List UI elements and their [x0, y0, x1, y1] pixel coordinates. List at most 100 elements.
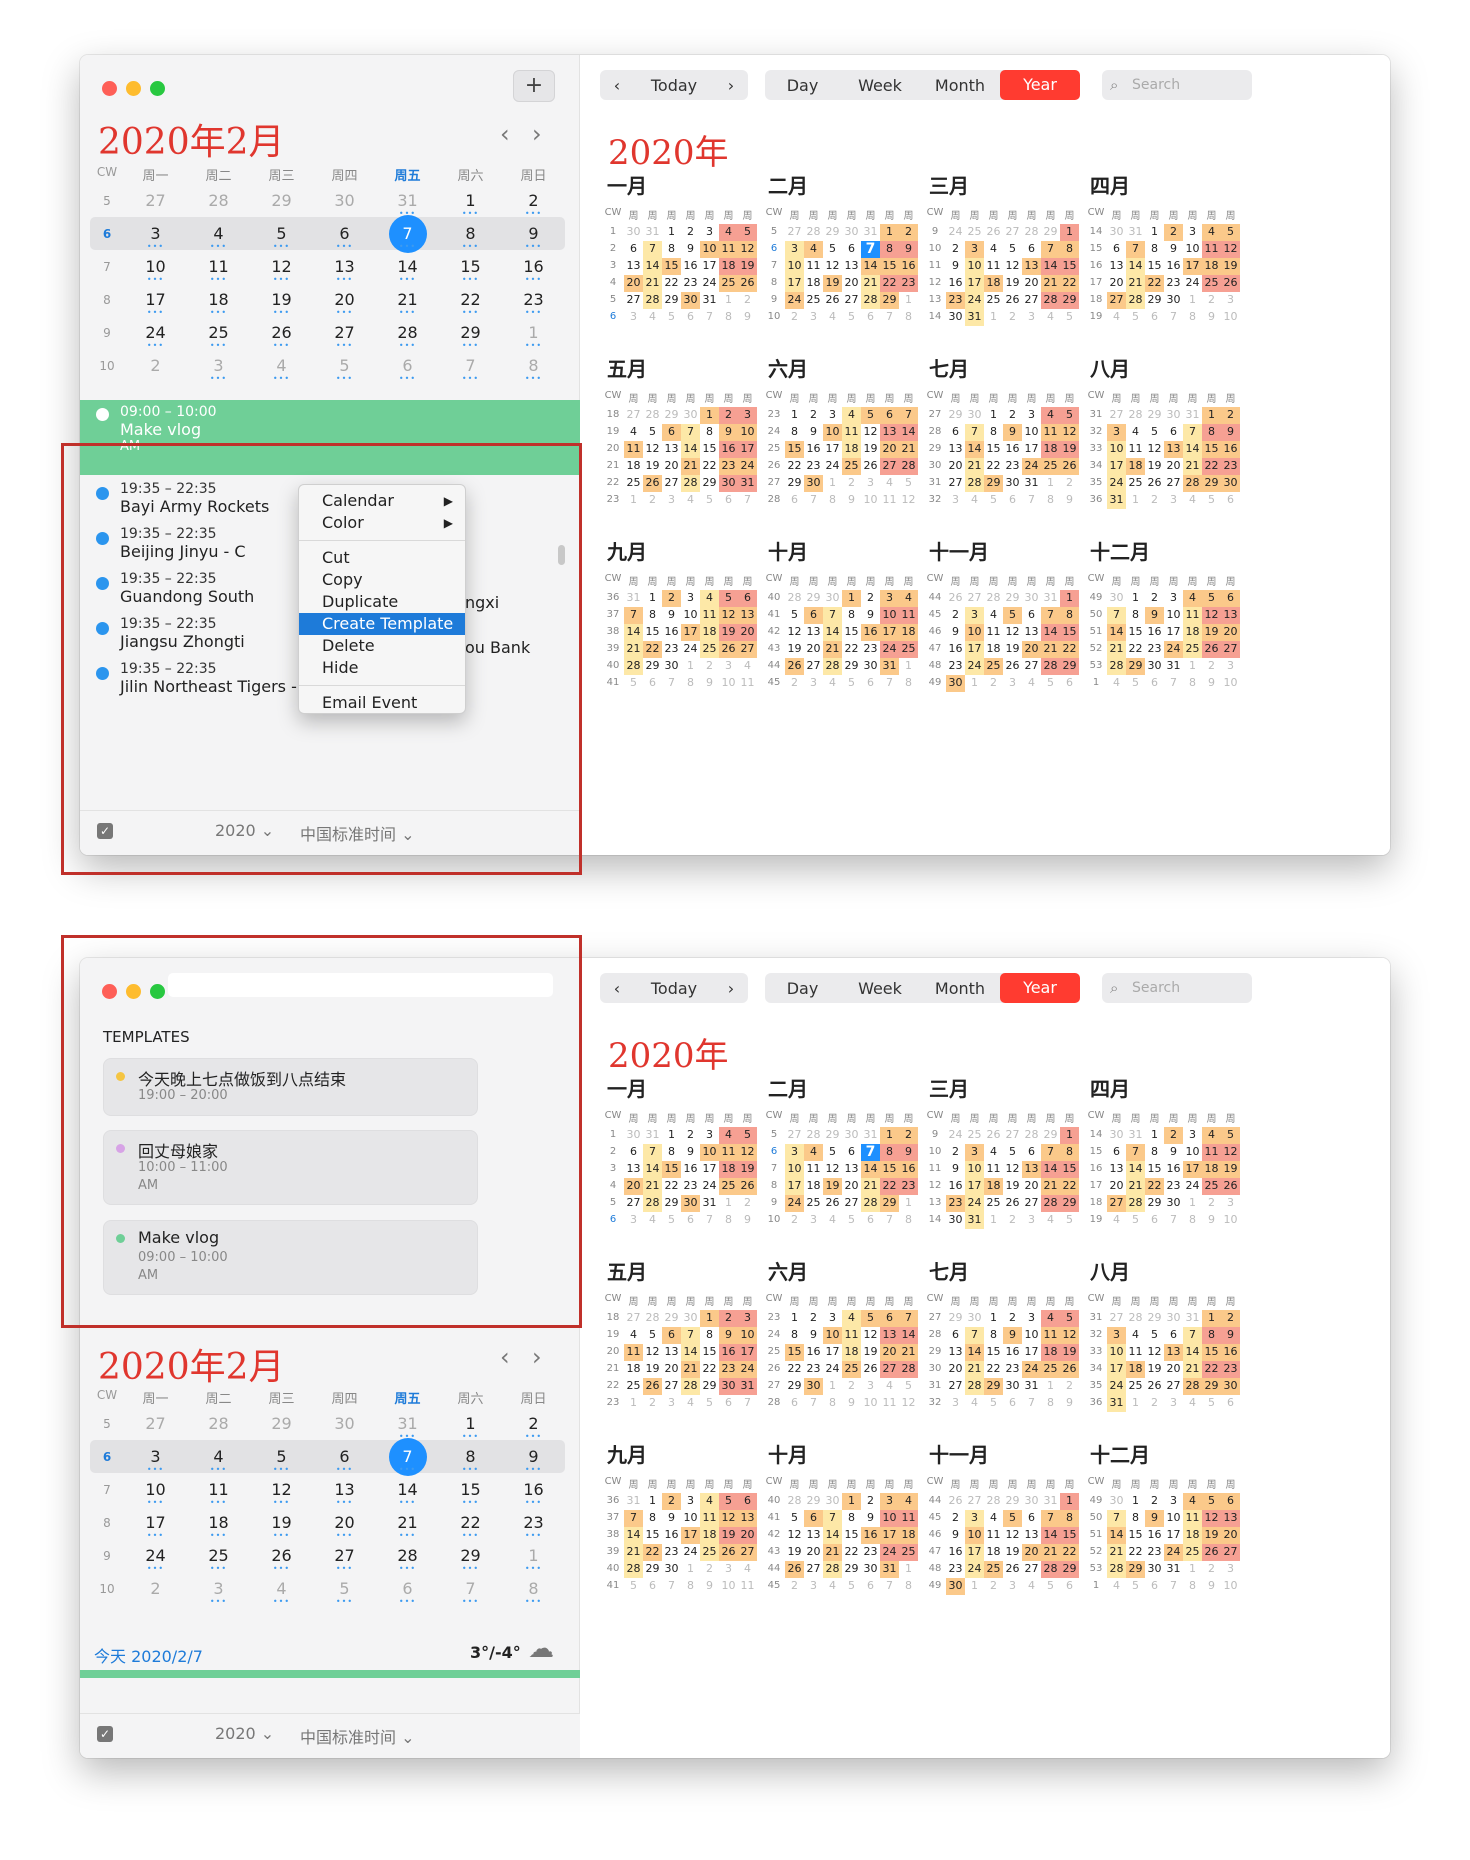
year-day-cell[interactable]: 26 [861, 458, 880, 475]
year-day-cell[interactable]: 22 [1060, 641, 1079, 658]
year-day-cell[interactable]: 1 [1202, 1310, 1221, 1327]
year-day-cell[interactable]: 28 [1126, 1195, 1145, 1212]
year-day-cell[interactable]: 6 [880, 407, 899, 424]
chevron-right-icon[interactable]: › [532, 1343, 542, 1371]
year-day-cell[interactable]: 7 [1126, 1144, 1145, 1161]
mini-day-cell[interactable]: 3 ••• [124, 1443, 187, 1474]
year-day-cell[interactable]: 12 [643, 1344, 662, 1361]
year-day-cell[interactable]: 4 [738, 1561, 757, 1578]
year-day-cell[interactable]: 18 [1202, 258, 1221, 275]
year-day-cell[interactable]: 1 [1202, 407, 1221, 424]
year-day-cell[interactable]: 20 [804, 641, 823, 658]
year-day-cell[interactable]: 2 [1003, 407, 1022, 424]
month-block[interactable]: 二月 CW 周周周周周周周 5 27 28 29 30 31 1 2 6 3 4 5 6 7 8 9 7 10 11 12 1… [763, 165, 918, 326]
mini-day-cell[interactable]: 21 ••• [376, 1509, 439, 1540]
year-day-cell[interactable]: 13 [662, 441, 681, 458]
tab-year[interactable]: Year [1000, 973, 1080, 1003]
year-day-cell[interactable]: 11 [719, 1144, 738, 1161]
year-day-cell[interactable]: 10 [965, 1161, 984, 1178]
year-day-cell[interactable]: 19 [1003, 275, 1022, 292]
year-day-cell[interactable]: 7 [899, 407, 918, 424]
checkbox-icon[interactable]: ✓ [97, 1726, 113, 1742]
mini-week-row[interactable]: 5 27 28 29 30 31 ••• 1 ••• 2 ••• [90, 1407, 565, 1441]
year-day-cell[interactable]: 20 [1164, 1361, 1183, 1378]
year-day-cell[interactable]: 23 [719, 1361, 738, 1378]
year-day-cell[interactable]: 16 [1164, 258, 1183, 275]
year-day-cell[interactable]: 8 [1183, 1578, 1202, 1595]
year-day-cell[interactable]: 23 [946, 1561, 965, 1578]
year-day-cell[interactable]: 26 [785, 658, 804, 675]
year-day-cell[interactable]: 4 [965, 492, 984, 509]
year-day-cell[interactable]: 29 [984, 1378, 1003, 1395]
year-day-cell[interactable]: 15 [984, 1344, 1003, 1361]
year-day-cell[interactable]: 6 [1164, 1327, 1183, 1344]
year-day-cell[interactable]: 6 [861, 1212, 880, 1229]
year-day-cell[interactable]: 18 [1202, 1161, 1221, 1178]
year-day-cell[interactable]: 28 [643, 407, 662, 424]
year-day-cell[interactable]: 12 [1003, 1527, 1022, 1544]
year-day-cell[interactable]: 3 [700, 1127, 719, 1144]
mini-day-cell[interactable]: 8 ••• [502, 352, 565, 383]
year-day-cell[interactable]: 2 [946, 607, 965, 624]
year-day-cell[interactable]: 2 [643, 492, 662, 509]
year-day-cell[interactable]: 2 [1202, 292, 1221, 309]
year-day-cell[interactable]: 2 [700, 658, 719, 675]
year-day-cell[interactable]: 8 [1060, 241, 1079, 258]
menu-item-color[interactable]: Color ▶ [299, 512, 465, 534]
mini-day-cell[interactable]: 1 ••• [439, 187, 502, 218]
mini-day-cell[interactable]: 28 ••• [376, 319, 439, 350]
mini-day-cell[interactable]: 13 ••• [313, 1476, 376, 1507]
year-day-cell[interactable]: 20 [738, 1527, 757, 1544]
year-day-cell[interactable]: 6 [1145, 309, 1164, 326]
year-day-cell[interactable]: 15 [1202, 1344, 1221, 1361]
year-day-cell[interactable]: 7 [1041, 1510, 1060, 1527]
year-day-cell[interactable]: 12 [785, 624, 804, 641]
year-day-cell[interactable]: 5 [1145, 424, 1164, 441]
year-day-cell[interactable]: 13 [804, 1527, 823, 1544]
year-day-cell[interactable]: 3 [880, 1493, 899, 1510]
zoom-icon[interactable] [150, 984, 165, 999]
mini-week-row[interactable]: 6 3 ••• 4 ••• 5 ••• 6 ••• 7 ••• 8 ••• 9 ••• [90, 214, 565, 253]
year-day-cell[interactable]: 8 [1183, 309, 1202, 326]
year-day-cell[interactable]: 5 [1126, 1578, 1145, 1595]
mini-day-cell[interactable]: 4 ••• [187, 1443, 250, 1474]
tab-week[interactable]: Week [840, 979, 920, 998]
year-day-cell[interactable]: 28 [1022, 224, 1041, 241]
year-day-cell[interactable]: 6 [880, 1310, 899, 1327]
year-selector[interactable]: 2020 ⌄ [215, 821, 274, 840]
year-day-cell[interactable]: 1 [1145, 1127, 1164, 1144]
year-day-cell[interactable]: 27 [1022, 1561, 1041, 1578]
year-day-cell[interactable]: 6 [1145, 1212, 1164, 1229]
year-day-cell[interactable]: 28 [965, 1378, 984, 1395]
year-day-cell[interactable]: 4 [1126, 1327, 1145, 1344]
year-day-cell[interactable]: 25 [624, 1378, 643, 1395]
year-day-cell[interactable]: 14 [1183, 441, 1202, 458]
year-day-cell[interactable]: 21 [1183, 1361, 1202, 1378]
year-day-cell[interactable]: 13 [946, 1344, 965, 1361]
mini-day-cell[interactable]: 14 ••• [376, 253, 439, 284]
year-day-cell[interactable]: 10 [738, 424, 757, 441]
year-day-cell[interactable]: 6 [1145, 675, 1164, 692]
year-day-cell[interactable]: 30 [965, 1310, 984, 1327]
year-day-cell[interactable]: 1 [785, 407, 804, 424]
year-day-cell[interactable]: 30 [1221, 1378, 1240, 1395]
year-day-cell[interactable]: 6 [681, 1212, 700, 1229]
mini-day-cell[interactable]: 19 ••• [250, 1509, 313, 1540]
year-day-cell[interactable]: 23 [662, 1544, 681, 1561]
year-day-cell[interactable]: 17 [823, 1344, 842, 1361]
year-day-cell[interactable]: 5 [700, 1395, 719, 1412]
year-day-cell[interactable]: 26 [1145, 475, 1164, 492]
mini-day-cell[interactable]: 9 ••• [502, 220, 565, 251]
year-day-cell[interactable]: 1 [624, 1395, 643, 1412]
year-day-cell[interactable]: 11 [1183, 1510, 1202, 1527]
year-day-cell[interactable]: 28 [1041, 1195, 1060, 1212]
year-day-cell[interactable]: 24 [880, 1544, 899, 1561]
year-day-cell[interactable]: 15 [880, 1161, 899, 1178]
year-day-cell[interactable]: 20 [880, 441, 899, 458]
year-day-cell[interactable]: 10 [1221, 309, 1240, 326]
year-day-cell[interactable]: 2 [946, 1144, 965, 1161]
year-day-cell[interactable]: 24 [1183, 275, 1202, 292]
year-day-cell[interactable]: 30 [861, 658, 880, 675]
year-day-cell[interactable]: 17 [965, 1544, 984, 1561]
year-day-cell[interactable]: 31 [1022, 475, 1041, 492]
